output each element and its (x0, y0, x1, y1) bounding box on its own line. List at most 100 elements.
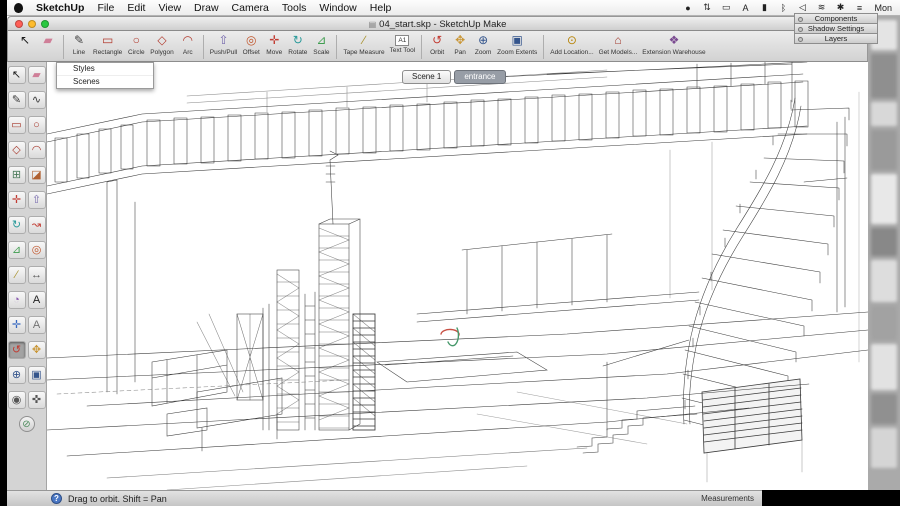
menu-sketchup[interactable]: SketchUp (36, 2, 84, 14)
help-icon[interactable]: ? (51, 493, 62, 504)
rotate-tool-btn[interactable]: ↻ (7, 216, 26, 234)
push-pull-tool[interactable]: ⇧ Push/Pull (208, 33, 239, 56)
orbit-tool-btn[interactable]: ↺ (7, 341, 26, 359)
scene-tab-scene1[interactable]: Scene 1 (402, 70, 452, 84)
text-tool-btn[interactable]: A (27, 291, 46, 309)
popup-item-styles[interactable]: Styles (57, 63, 153, 75)
push-pull-tool-btn[interactable]: ⇧ (27, 191, 46, 209)
back-wall (416, 141, 713, 323)
zoom-tool-btn[interactable]: ⊕ (7, 366, 26, 384)
make-component-tool-btn[interactable]: ⊞ (7, 166, 26, 184)
offset-tool[interactable]: ◎ Offset (240, 33, 262, 56)
scene-tab-entrance[interactable]: entrance (454, 70, 506, 84)
circle-tool-btn[interactable]: ○ (27, 116, 46, 134)
list-icon[interactable]: ≡ (855, 3, 863, 13)
axes-tool-btn[interactable]: ✛ (7, 316, 26, 334)
circle-tool[interactable]: ○ Circle (125, 33, 147, 56)
freehand-tool-btn[interactable]: ∿ (27, 91, 46, 109)
add-location-tool[interactable]: ⊙ Add Location... (548, 33, 595, 56)
window-titlebar[interactable]: ▤ 04_start.skp - SketchUp Make (7, 16, 868, 31)
rectangle-tool-btn[interactable]: ▭ (7, 116, 26, 134)
toolbar-separator (336, 35, 338, 59)
furniture (151, 313, 283, 452)
scale-tool[interactable]: ⊿ Scale (310, 33, 332, 56)
tower-structure (236, 150, 376, 431)
paint-bucket-tool-btn[interactable]: ◪ (27, 166, 46, 184)
get-models-tool[interactable]: ⌂ Get Models... (597, 33, 640, 56)
select-icon: ↖ (19, 33, 31, 47)
3d-text-tool-btn[interactable]: A (27, 316, 46, 334)
battery-icon[interactable]: ▮ (760, 2, 768, 13)
arc-tool[interactable]: ◠ Arc (177, 33, 199, 56)
eraser-tool[interactable]: ▰ (37, 33, 59, 49)
menu-file[interactable]: File (97, 2, 114, 14)
menu-help[interactable]: Help (370, 2, 392, 14)
text-tool[interactable]: A1 Text Tool (388, 33, 418, 54)
window-title: ▤ 04_start.skp - SketchUp Make (368, 19, 507, 30)
model-viewport[interactable] (47, 62, 868, 490)
orbit-icon: ↺ (432, 33, 443, 47)
pan-tool-btn[interactable]: ✥ (27, 341, 46, 359)
line-tool[interactable]: ✎ Line (68, 33, 90, 56)
arc-icon: ◠ (182, 33, 194, 47)
dimension-tool-btn[interactable]: ↔ (27, 266, 46, 284)
large-tool-set: ↖ ▰ ✎ ∿ ▭ ○ ◇ ◠ ⊞ ◪ ✛ ⇧ ↻ ↝ ⊿ ◎ ∕ ↔ ◔ A … (7, 62, 47, 490)
rectangle-tool[interactable]: ▭ Rectangle (91, 33, 124, 56)
left-wall (106, 179, 136, 395)
extension-warehouse-icon: ❖ (668, 33, 680, 47)
apple-menu-icon[interactable] (14, 2, 23, 13)
zoom-extents-tool[interactable]: ▣ Zoom Extents (495, 33, 539, 56)
menu-draw[interactable]: Draw (194, 2, 219, 14)
tape-measure-tool[interactable]: ∕ Tape Measure (341, 33, 386, 56)
rotate-tool[interactable]: ↻ Rotate (286, 33, 309, 56)
right-edge-artifact (868, 16, 900, 490)
layers-panel[interactable]: Layers (794, 33, 878, 44)
walk-tool-btn[interactable]: ✜ (27, 391, 46, 409)
follow-me-tool-btn[interactable]: ↝ (27, 216, 46, 234)
protractor-tool-btn[interactable]: ◔ (7, 291, 26, 309)
select-tool[interactable]: ↖ (14, 33, 36, 49)
menu-camera[interactable]: Camera (232, 2, 269, 14)
volume-icon[interactable]: ◁ (798, 2, 806, 13)
pan-tool[interactable]: ✥ Pan (449, 33, 471, 56)
close-icon[interactable] (798, 36, 803, 42)
orbit-tool[interactable]: ↺ Orbit (426, 33, 448, 56)
move-tool[interactable]: ✛ Move (263, 33, 285, 56)
extension-warehouse-tool[interactable]: ❖ Extension Warehouse (640, 33, 707, 56)
zoom-tool[interactable]: ⊕ Zoom (472, 33, 494, 56)
position-camera-tool-btn[interactable]: ◉ (7, 391, 26, 409)
popup-item-scenes[interactable]: Scenes (57, 75, 153, 88)
menu-window[interactable]: Window (319, 2, 356, 14)
status-hint: Drag to orbit. Shift = Pan (68, 493, 167, 504)
tape-measure-tool-btn[interactable]: ∕ (7, 266, 26, 284)
eraser-tool-btn[interactable]: ▰ (27, 66, 46, 84)
arc-tool-btn[interactable]: ◠ (27, 141, 46, 159)
offset-tool-btn[interactable]: ◎ (27, 241, 46, 259)
sync-icon[interactable]: ⇅ (703, 2, 711, 13)
main-toolbar: ↖ ▰ ✎ Line ▭ Rectangle ○ Circle ◇ Polygon ◠ A… (7, 31, 868, 62)
line-tool-btn[interactable]: ✎ (7, 91, 26, 109)
dot-icon[interactable]: ● (684, 3, 692, 13)
polygon-tool[interactable]: ◇ Polygon (148, 33, 176, 56)
input-source-icon[interactable]: A (741, 3, 749, 13)
scale-tool-btn[interactable]: ⊿ (7, 241, 26, 259)
close-icon[interactable] (798, 26, 803, 32)
zoom-extents-tool-btn[interactable]: ▣ (27, 366, 46, 384)
menu-view[interactable]: View (158, 2, 181, 14)
select-tool-btn[interactable]: ↖ (7, 66, 26, 84)
pan-icon: ✥ (455, 33, 466, 47)
wifi-icon[interactable]: ≋ (817, 2, 826, 13)
display-icon[interactable]: ▭ (722, 2, 731, 13)
asterisk-icon[interactable]: ✱ (836, 2, 845, 13)
clock-label[interactable]: Mon (874, 3, 892, 13)
bluetooth-icon[interactable]: ᛒ (779, 3, 787, 13)
section-plane-tool-btn[interactable]: ⊘ (18, 416, 35, 432)
orbit-cursor (440, 327, 460, 347)
polygon-tool-btn[interactable]: ◇ (7, 141, 26, 159)
menu-edit[interactable]: Edit (127, 2, 145, 14)
move-tool-btn[interactable]: ✛ (7, 191, 26, 209)
menubar-status-area: ● ⇅ ▭ A ▮ ᛒ ◁ ≋ ✱ ≡ Mon (684, 2, 900, 13)
move-icon: ✛ (269, 33, 280, 47)
menu-tools[interactable]: Tools (282, 2, 307, 14)
close-icon[interactable] (798, 16, 803, 22)
